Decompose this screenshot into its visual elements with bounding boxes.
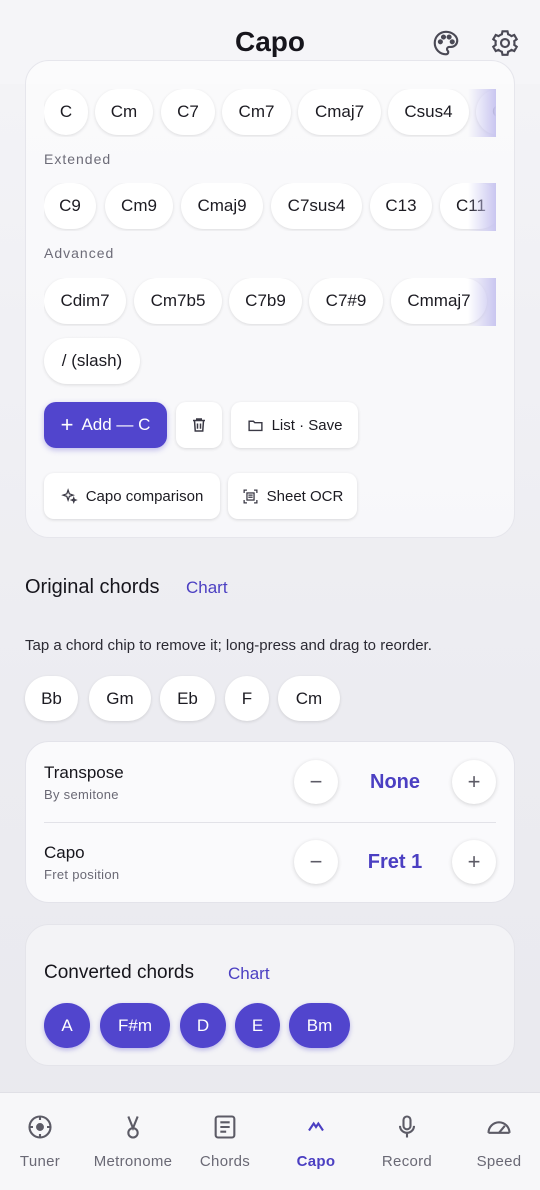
original-chord-chip[interactable]: Gm xyxy=(89,676,151,721)
nav-label: Tuner xyxy=(19,1153,61,1170)
chord-chip[interactable]: C xyxy=(44,89,88,135)
transpose-value: None xyxy=(370,771,420,793)
chord-chip[interactable]: Cdim7 xyxy=(44,278,126,324)
nav-item-capo[interactable]: Capo xyxy=(271,1093,361,1190)
add-chord-label: Add — C xyxy=(81,415,151,434)
capo-value: Fret 1 xyxy=(367,851,423,873)
capo-label: Capo xyxy=(44,843,85,862)
metronome-icon xyxy=(127,1116,139,1139)
trash-icon xyxy=(193,418,205,432)
capo-comparison-label: Capo comparison xyxy=(85,487,204,505)
microphone-icon xyxy=(398,1115,416,1138)
chord-chip[interactable]: Cm7b5 xyxy=(134,278,222,324)
original-chart-link[interactable]: Chart xyxy=(186,578,228,598)
converted-chords-card xyxy=(25,924,515,1066)
capo-sublabel: Fret position xyxy=(44,867,120,882)
nav-label: Record xyxy=(381,1153,433,1170)
list-save-button[interactable]: List · Save xyxy=(231,402,358,448)
converted-chords-title: Converted chords xyxy=(44,962,194,983)
scroll-fade xyxy=(468,183,496,231)
plus-icon: + xyxy=(467,769,481,794)
nav-label: Metronome xyxy=(93,1153,173,1170)
transpose-sublabel: By semitone xyxy=(44,787,119,802)
nav-item-chords[interactable]: Chords xyxy=(180,1093,270,1190)
bottom-navigation: Tuner Metronome Chords Capo Record Speed xyxy=(0,1092,540,1190)
capo-comparison-button[interactable]: Capo comparison xyxy=(44,473,220,519)
minus-icon: − xyxy=(309,849,323,874)
gear-icon[interactable] xyxy=(490,28,520,58)
folder-icon xyxy=(247,420,263,431)
original-chord-chip[interactable]: Eb xyxy=(160,676,215,721)
transpose-label: Transpose xyxy=(44,763,124,782)
chord-chip[interactable]: Cmaj7 xyxy=(298,89,381,135)
tuner-icon xyxy=(28,1115,52,1139)
nav-label: Capo xyxy=(296,1153,336,1170)
chord-chip[interactable]: C13 xyxy=(370,183,432,229)
advanced-chord-row[interactable]: Cdim7 Cm7b5 C7b9 C7#9 Cmmaj7 xyxy=(44,278,496,326)
list-save-label: List · Save xyxy=(271,416,343,434)
original-chord-chip[interactable]: F xyxy=(225,676,269,721)
chord-chip[interactable]: Csus4 xyxy=(388,89,469,135)
sheet-ocr-button[interactable]: Sheet OCR xyxy=(228,473,357,519)
plus-icon: + xyxy=(467,849,481,874)
chord-chip[interactable]: C7 xyxy=(161,89,215,135)
nav-item-record[interactable]: Record xyxy=(362,1093,452,1190)
speedometer-icon xyxy=(487,1121,511,1134)
slash-chord-chip[interactable]: / (slash) xyxy=(44,338,140,384)
converted-chord-chip[interactable]: D xyxy=(180,1003,226,1048)
chord-chip[interactable]: C7sus4 xyxy=(271,183,362,229)
transpose-increase-button[interactable]: + xyxy=(452,760,496,804)
delete-button[interactable] xyxy=(176,402,222,448)
chords-icon xyxy=(214,1115,236,1139)
nav-item-speed[interactable]: Speed xyxy=(454,1093,540,1190)
reorder-hint: Tap a chord chip to remove it; long-pres… xyxy=(25,637,432,654)
chord-chip[interactable]: Cm9 xyxy=(105,183,173,229)
converted-chart-link[interactable]: Chart xyxy=(228,964,270,984)
nav-item-tuner[interactable]: Tuner xyxy=(0,1093,85,1190)
capo-increase-button[interactable]: + xyxy=(452,840,496,884)
minus-icon: − xyxy=(309,769,323,794)
converted-chord-chip[interactable]: E xyxy=(235,1003,280,1048)
chord-chip[interactable]: C7b9 xyxy=(229,278,302,324)
converted-chord-chip[interactable]: Bm xyxy=(289,1003,350,1048)
scroll-fade xyxy=(468,278,496,326)
converted-chord-chip[interactable]: A xyxy=(44,1003,90,1048)
original-chord-chip[interactable]: Cm xyxy=(278,676,340,721)
row-divider xyxy=(44,822,496,823)
extended-chord-row[interactable]: C9 Cm9 Cmaj9 C7sus4 C13 C11 xyxy=(44,183,496,231)
capo-decrease-button[interactable]: − xyxy=(294,840,338,884)
sheet-ocr-label: Sheet OCR xyxy=(266,487,344,505)
transpose-decrease-button[interactable]: − xyxy=(294,760,338,804)
chord-chip[interactable]: Cm7 xyxy=(222,89,291,135)
capo-icon xyxy=(308,1121,324,1132)
converted-chord-chip[interactable]: F#m xyxy=(100,1003,170,1048)
plus-icon: + xyxy=(60,412,74,437)
nav-item-metronome[interactable]: Metronome xyxy=(88,1093,178,1190)
chord-chip[interactable]: C7#9 xyxy=(309,278,383,324)
scroll-fade xyxy=(468,89,496,137)
add-chord-button[interactable]: + Add — C xyxy=(44,402,167,448)
basic-chord-row[interactable]: C Cm C7 Cm7 Cmaj7 Csus4 C xyxy=(44,89,496,137)
palette-icon[interactable] xyxy=(431,28,461,58)
chord-chip[interactable]: C9 xyxy=(44,183,96,229)
section-label-extended: Extended xyxy=(44,151,112,167)
original-chord-chip[interactable]: Bb xyxy=(25,676,78,721)
scan-document-icon xyxy=(243,488,258,504)
nav-label: Chords xyxy=(199,1153,251,1170)
nav-label: Speed xyxy=(476,1153,522,1170)
sparkle-icon xyxy=(60,487,78,504)
original-chords-title: Original chords xyxy=(25,576,160,598)
chord-chip[interactable]: Cm xyxy=(95,89,153,135)
section-label-advanced: Advanced xyxy=(44,245,115,261)
chord-chip[interactable]: Cmaj9 xyxy=(181,183,263,229)
